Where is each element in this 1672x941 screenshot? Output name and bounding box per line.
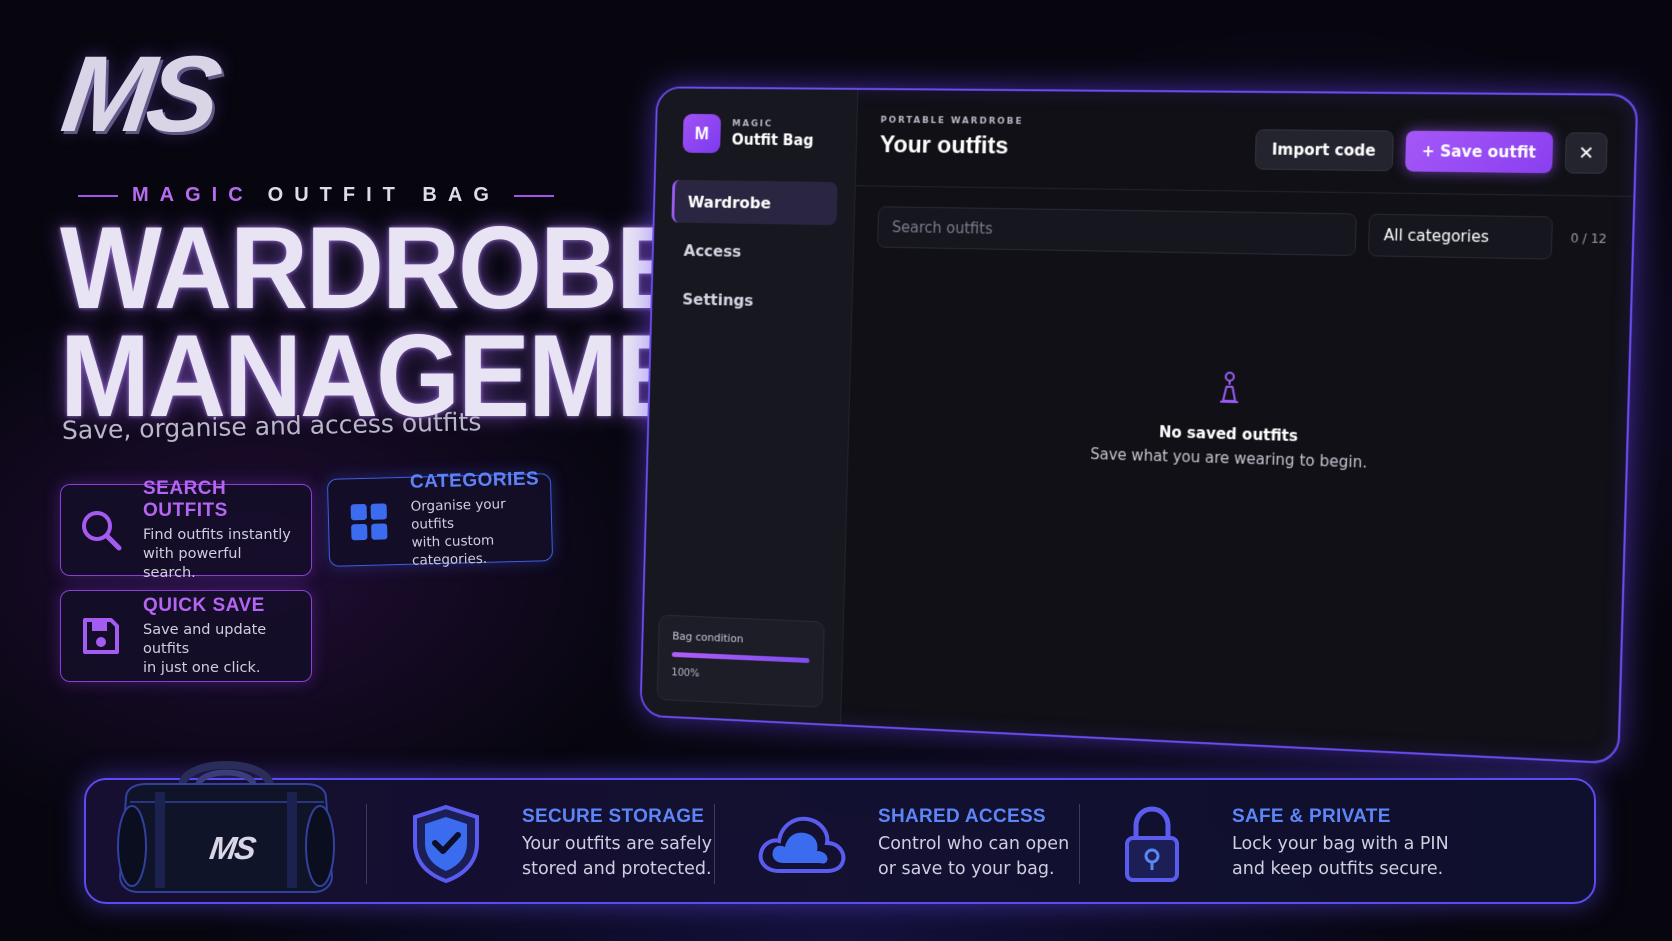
import-code-button[interactable]: Import code — [1254, 129, 1394, 172]
feature-desc-2: in just one click. — [143, 659, 261, 676]
bag-condition-bar — [671, 651, 810, 664]
search-icon — [77, 506, 125, 554]
bag-condition-label: Bag condition — [672, 629, 744, 646]
sidebar-item-settings[interactable]: Settings — [669, 277, 835, 323]
close-button[interactable]: ✕ — [1564, 132, 1608, 174]
sidebar-nav: Wardrobe Access Settings — [669, 179, 838, 324]
strip-feature-desc-1: Control who can open — [878, 834, 1070, 854]
eyebrow-line-left — [78, 194, 118, 197]
strip-feature-desc-1: Your outfits are safely — [522, 834, 712, 854]
padlock-icon — [1116, 802, 1188, 886]
bag-logo: MS — [207, 830, 257, 866]
category-select[interactable]: All categories — [1367, 213, 1553, 260]
floppy-disk-icon — [77, 612, 125, 660]
strip-feature-title: SAFE & PRIVATE — [1232, 806, 1391, 827]
feature-card-categories: CATEGORIES Organise your outfits with cu… — [326, 468, 554, 569]
bag-condition-fill — [671, 651, 810, 664]
empty-state: No saved outfits Save what you are weari… — [848, 361, 1628, 480]
bag-condition-panel: Bag condition 100% — [656, 614, 825, 708]
feature-secure-storage: SECURE STORAGE Your outfits are safely s… — [406, 802, 712, 886]
feature-safe-private: SAFE & PRIVATE Lock your bag with a PIN … — [1116, 802, 1449, 886]
feature-shared-access: SHARED ACCESS Control who can open or sa… — [754, 802, 1069, 886]
cloud-icon — [754, 802, 850, 886]
strip-divider — [366, 804, 367, 884]
feature-desc-1: Save and update outfits — [143, 621, 267, 657]
strip-feature-desc-2: and keep outfits secure. — [1232, 859, 1444, 879]
main-panel: PORTABLE WARDROBE Your outfits Import co… — [841, 89, 1637, 762]
main-header: PORTABLE WARDROBE Your outfits Import co… — [855, 89, 1637, 197]
toolbar: All categories 0 / 12 — [854, 186, 1633, 261]
strip-feature-title: SHARED ACCESS — [878, 806, 1046, 827]
grid-icon — [344, 497, 393, 546]
app-brand: M MAGIC Outfit Bag — [682, 113, 840, 155]
feature-card-search: SEARCH OUTFITS Find outfits instantly wi… — [60, 478, 312, 581]
ms-logo: MS — [55, 33, 223, 154]
strip-feature-title: SECURE STORAGE — [522, 806, 705, 827]
strip-feature-desc-2: or save to your bag. — [878, 859, 1055, 879]
bag-condition-value: 100% — [671, 666, 700, 680]
feature-desc-1: Find outfits instantly — [143, 526, 291, 543]
strip-divider — [1079, 804, 1080, 884]
feature-desc-2: with custom categories. — [411, 532, 495, 569]
brand-name: Outfit Bag — [731, 130, 814, 150]
sidebar-item-access[interactable]: Access — [670, 228, 836, 274]
outfit-counter: 0 / 12 — [1570, 231, 1608, 247]
header-actions: Import code + Save outfit ✕ — [1254, 129, 1608, 174]
feature-title: CATEGORIES — [409, 468, 540, 493]
strip-feature-desc-2: stored and protected. — [522, 859, 712, 879]
strip-divider — [714, 804, 715, 884]
hanger-icon — [850, 361, 1628, 420]
strip-feature-desc-1: Lock your bag with a PIN — [1232, 834, 1449, 854]
sidebar-item-wardrobe[interactable]: Wardrobe — [671, 179, 838, 226]
outfit-bag-window: M MAGIC Outfit Bag Wardrobe Access Setti… — [639, 86, 1639, 765]
feature-desc-2: with powerful search. — [143, 545, 242, 581]
eyebrow-line-right — [513, 194, 554, 197]
feature-desc-1: Organise your outfits — [410, 496, 506, 533]
sidebar: M MAGIC Outfit Bag Wardrobe Access Setti… — [641, 88, 859, 725]
brand-badge: M — [682, 113, 722, 154]
feature-title: SEARCH OUTFITS — [143, 477, 228, 521]
save-outfit-button[interactable]: + Save outfit — [1404, 130, 1554, 174]
shield-check-icon — [406, 802, 486, 886]
feature-card-quick-save: QUICK SAVE Save and update outfits in ju… — [60, 590, 312, 682]
search-input[interactable] — [877, 206, 1357, 257]
outfit-bag-illustration: MS — [112, 752, 340, 902]
feature-title: QUICK SAVE — [143, 594, 265, 616]
brand-small-label: MAGIC — [731, 119, 774, 130]
